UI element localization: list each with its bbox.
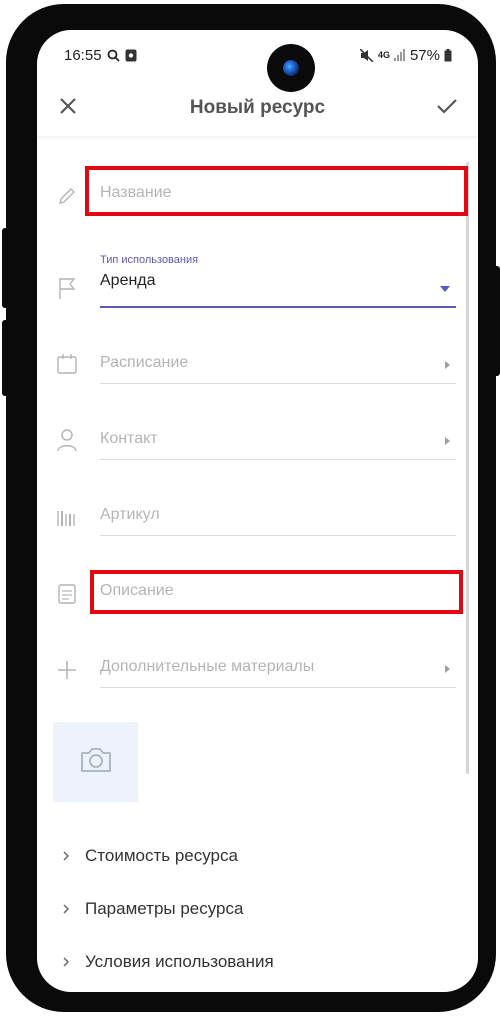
power-button <box>492 266 500 376</box>
extra-materials-row[interactable]: Дополнительные материалы <box>37 650 478 690</box>
schedule-field[interactable]: Расписание <box>100 346 456 384</box>
name-highlight-box <box>85 166 468 216</box>
volume-down-button <box>2 320 10 396</box>
contact-label: Контакт <box>100 430 158 447</box>
chevron-right-icon <box>445 664 450 673</box>
section-label: Стоимость ресурса <box>85 846 238 865</box>
section-usage-terms[interactable]: Условия использования <box>59 952 274 972</box>
barcode-icon <box>55 506 79 530</box>
description-highlight-box <box>90 570 463 614</box>
extra-materials-field[interactable]: Дополнительные материалы <box>100 650 456 688</box>
save-button[interactable] <box>416 80 478 136</box>
phone-frame: 16:55 4G 57% Новый ресурс Название Тип и… <box>6 4 496 1012</box>
plus-icon <box>55 658 79 682</box>
contact-field[interactable]: Контакт <box>100 422 456 460</box>
chevron-right-icon <box>445 436 450 445</box>
mute-icon <box>359 48 374 62</box>
close-icon <box>59 97 77 120</box>
close-button[interactable] <box>37 80 99 136</box>
front-camera <box>267 44 315 92</box>
camera-lens <box>283 60 299 76</box>
person-icon <box>55 428 79 452</box>
usage-type-row: Тип использования Аренда <box>37 254 478 310</box>
usage-type-label: Тип использования <box>100 254 199 266</box>
article-placeholder: Артикул <box>100 506 160 523</box>
app-bar: Новый ресурс <box>37 80 478 136</box>
section-label: Параметры ресурса <box>85 899 244 918</box>
status-time: 16:55 <box>64 46 102 64</box>
image-notification-icon <box>125 49 137 62</box>
section-resource-cost[interactable]: Стоимость ресурса <box>59 846 238 866</box>
screen: 16:55 4G 57% Новый ресурс Название Тип и… <box>37 30 478 992</box>
usage-type-select[interactable]: Тип использования Аренда <box>100 254 456 308</box>
camera-icon <box>79 746 113 779</box>
chevron-right-icon <box>59 956 73 968</box>
page-title: Новый ресурс <box>189 97 326 118</box>
battery-icon <box>444 48 452 62</box>
schedule-label: Расписание <box>100 354 189 371</box>
dropdown-arrow-icon <box>440 286 450 292</box>
contact-row[interactable]: Контакт <box>37 422 478 462</box>
volume-up-button <box>2 228 10 308</box>
chevron-right-icon <box>59 850 73 862</box>
section-resource-params[interactable]: Параметры ресурса <box>59 899 243 919</box>
check-icon <box>436 97 458 120</box>
flag-icon <box>55 276 79 300</box>
schedule-row[interactable]: Расписание <box>37 346 478 386</box>
section-label: Условия использования <box>85 952 274 971</box>
notes-icon <box>55 582 79 606</box>
status-bar: 16:55 4G 57% <box>37 30 478 80</box>
chevron-right-icon <box>445 360 450 369</box>
add-photo-button[interactable] <box>53 722 138 802</box>
pencil-icon <box>55 184 79 208</box>
calendar-icon <box>55 352 79 376</box>
chevron-right-icon <box>59 903 73 915</box>
extra-materials-label: Дополнительные материалы <box>100 658 315 675</box>
resource-form: Название Тип использования Аренда Распис… <box>37 136 478 992</box>
search-icon <box>107 49 120 62</box>
network-type: 4G <box>377 49 390 60</box>
signal-icon <box>393 49 406 61</box>
article-row: Артикул <box>37 498 478 538</box>
battery-percent: 57% <box>409 46 440 64</box>
usage-type-value: Аренда <box>100 272 156 289</box>
article-input[interactable]: Артикул <box>100 498 456 536</box>
